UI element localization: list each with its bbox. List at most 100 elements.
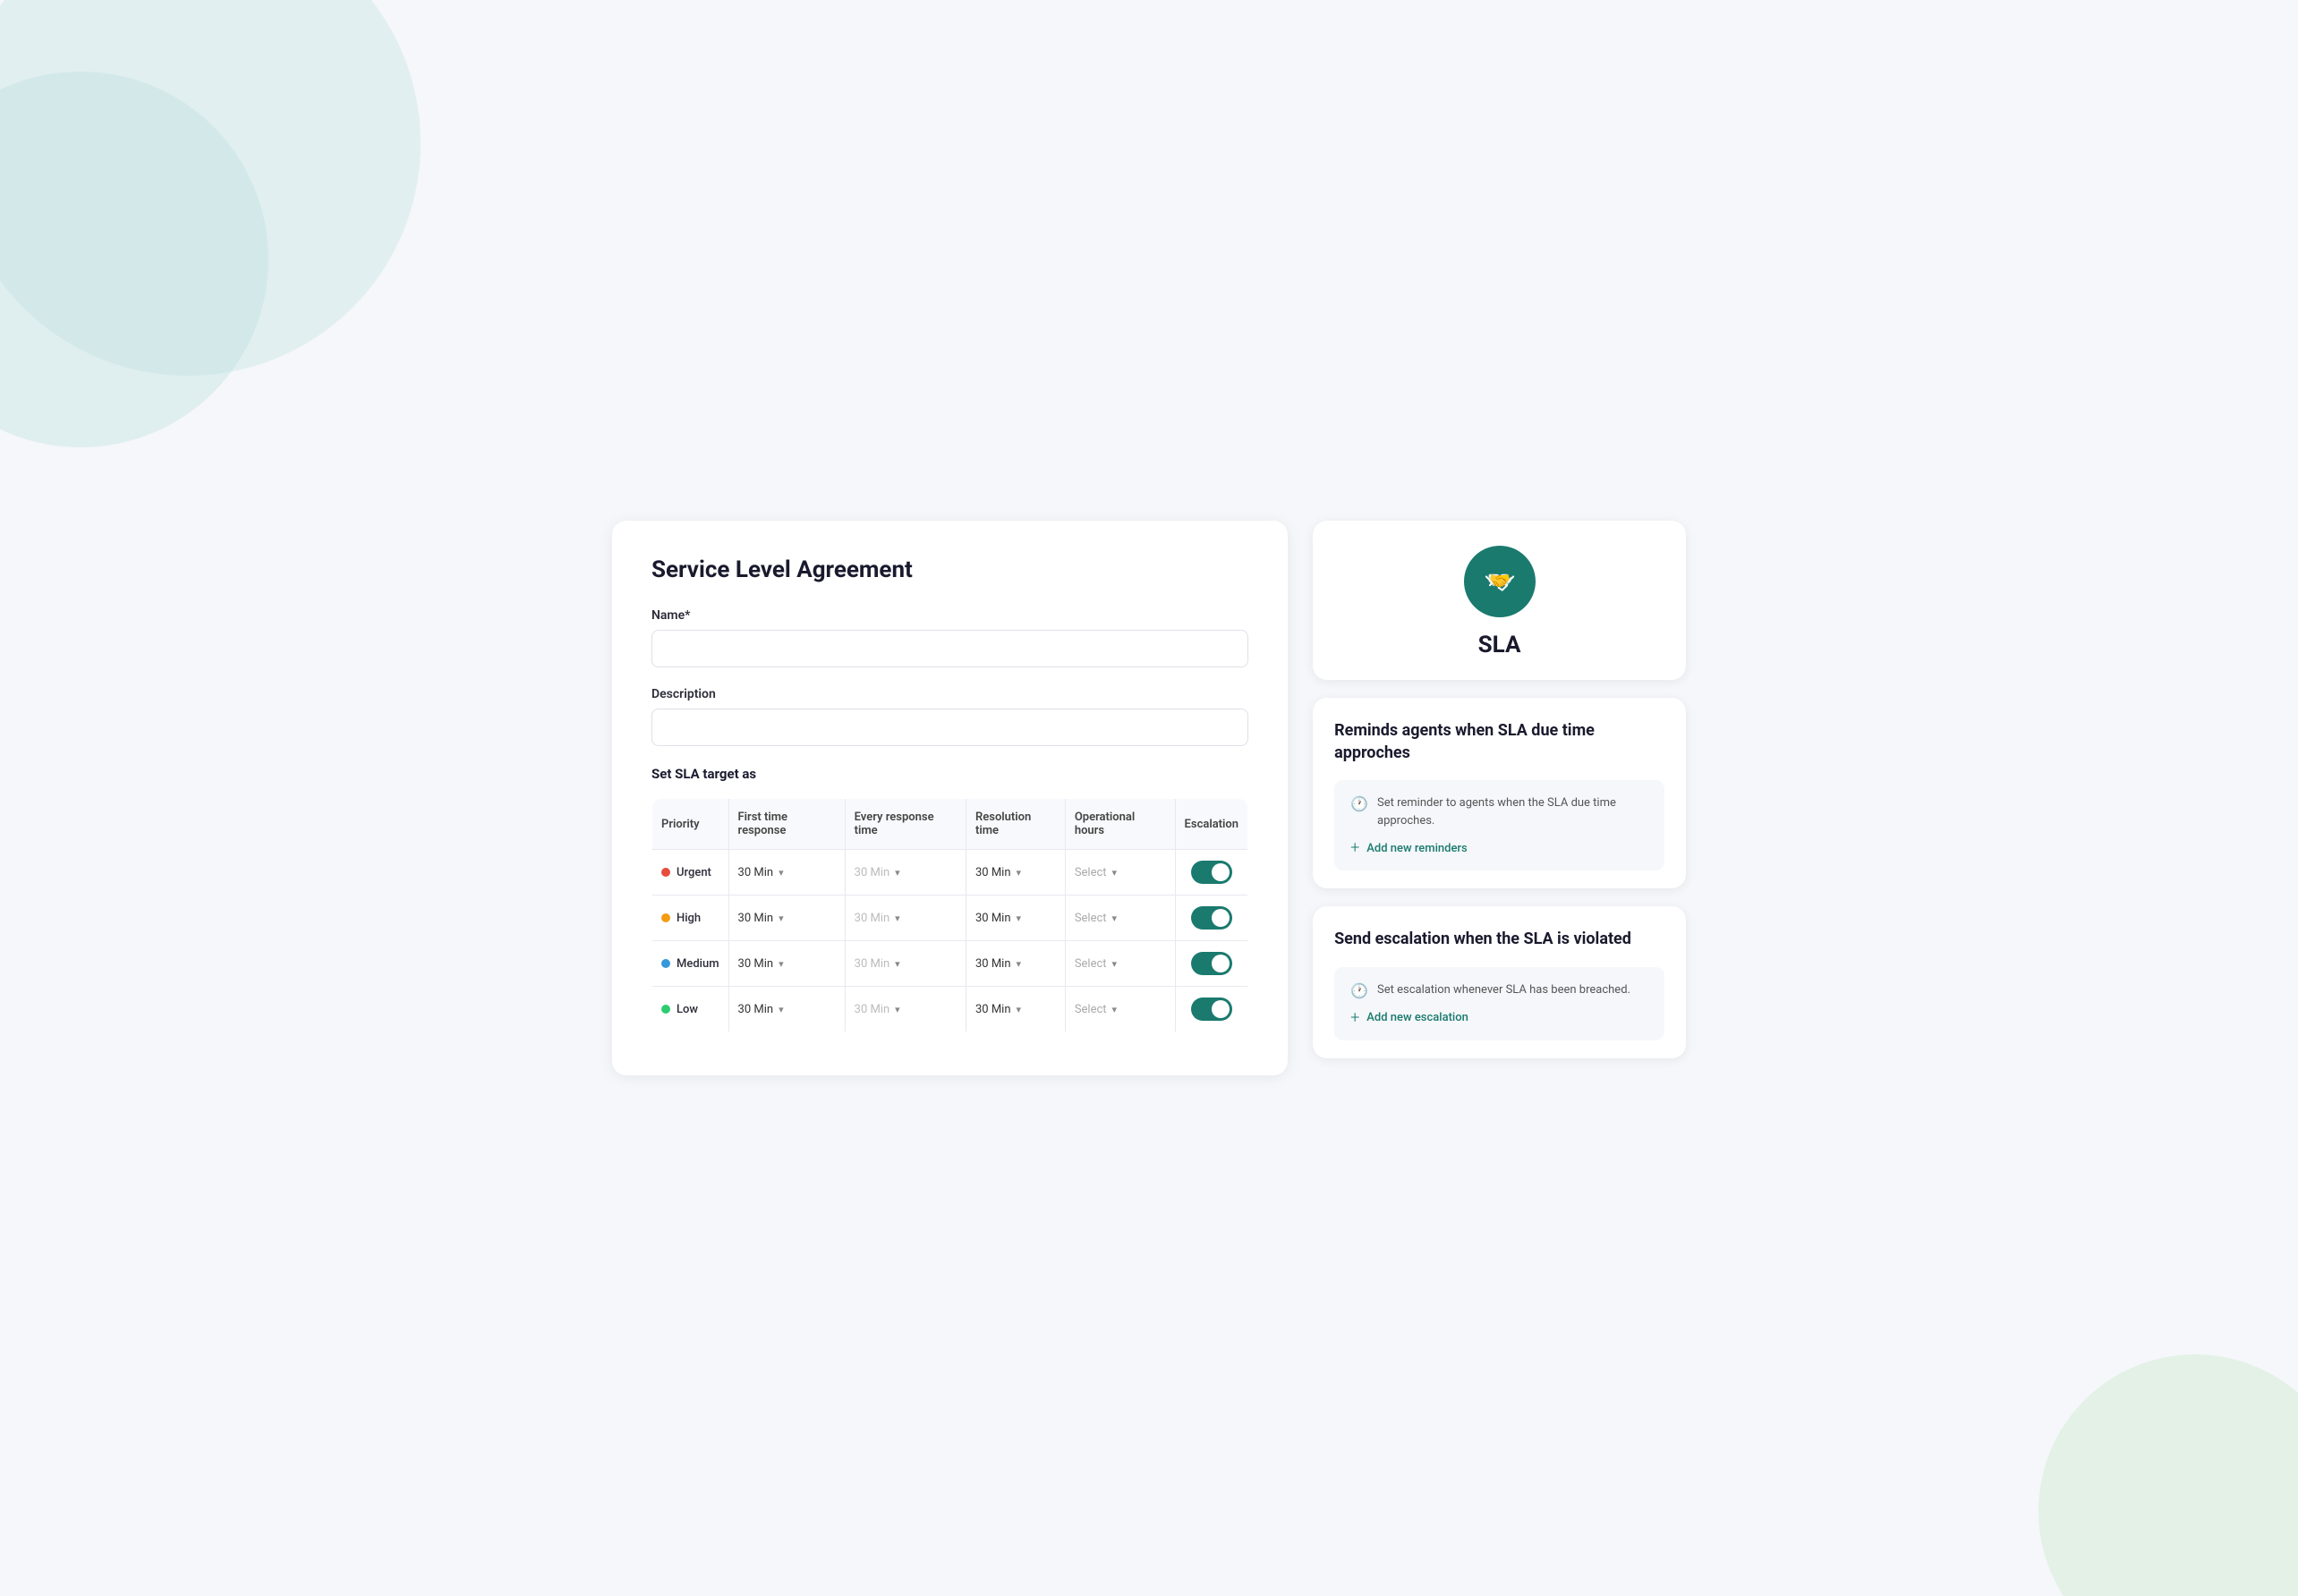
- escalation-cell-3[interactable]: ✓: [1175, 987, 1248, 1032]
- priority-label-1: High: [677, 912, 701, 925]
- col-every-response-time: Every response time: [845, 799, 966, 850]
- reminders-info-row: 🕐 Set reminder to agents when the SLA du…: [1350, 794, 1648, 829]
- priority-label-2: Medium: [677, 957, 719, 971]
- escalation-toggle-1[interactable]: ✓: [1191, 906, 1232, 930]
- table-row: Low 30 Min ▾ 30 Min ▾ 30 Min ▾ Select ▾: [652, 987, 1248, 1032]
- escalation-cell-2[interactable]: ✓: [1175, 941, 1248, 987]
- chevron-icon: ▾: [1017, 958, 1022, 970]
- resolution-time-cell-2[interactable]: 30 Min ▾: [966, 941, 1066, 987]
- reminders-card-title: Reminds agents when SLA due time approch…: [1334, 719, 1664, 764]
- operational-hours-cell-1[interactable]: Select ▾: [1065, 896, 1175, 941]
- escalation-toggle-2[interactable]: ✓: [1191, 952, 1232, 975]
- escalation-toggle-3[interactable]: ✓: [1191, 998, 1232, 1021]
- operational-hours-dropdown-0[interactable]: Select ▾: [1075, 866, 1166, 879]
- table-row: High 30 Min ▾ 30 Min ▾ 30 Min ▾ Select ▾: [652, 896, 1248, 941]
- add-reminders-row[interactable]: + Add new reminders: [1350, 840, 1648, 856]
- priority-dot-0: [661, 868, 670, 877]
- col-priority: Priority: [652, 799, 729, 850]
- escalation-card-title: Send escalation when the SLA is violated: [1334, 928, 1664, 950]
- resolution-time-cell-3[interactable]: 30 Min ▾: [966, 987, 1066, 1032]
- priority-label-3: Low: [677, 1003, 698, 1016]
- first-time-response-dropdown-3[interactable]: 30 Min ▾: [738, 1003, 836, 1016]
- escalation-card: Send escalation when the SLA is violated…: [1313, 906, 1686, 1057]
- chevron-icon: ▾: [1112, 1004, 1118, 1015]
- add-escalation-link[interactable]: Add new escalation: [1366, 1011, 1468, 1024]
- col-operational-hours: Operational hours: [1065, 799, 1175, 850]
- resolution-time-dropdown-3[interactable]: 30 Min ▾: [975, 1003, 1056, 1016]
- reminders-description: Set reminder to agents when the SLA due …: [1377, 794, 1648, 829]
- svg-text:🤝: 🤝: [1489, 571, 1511, 591]
- resolution-time-cell-0[interactable]: 30 Min ▾: [966, 850, 1066, 896]
- first-time-response-cell-0[interactable]: 30 Min ▾: [728, 850, 845, 896]
- chevron-icon: ▾: [1017, 867, 1022, 879]
- col-resolution-time: Resolution time: [966, 799, 1066, 850]
- right-column: 🤝 SLA Reminds agents when SLA due time a…: [1313, 521, 1686, 1058]
- priority-dot-1: [661, 913, 670, 922]
- toggle-check-2: ✓: [1219, 958, 1227, 970]
- description-input[interactable]: [651, 709, 1248, 746]
- operational-hours-dropdown-3[interactable]: Select ▾: [1075, 1003, 1166, 1016]
- first-time-response-cell-2[interactable]: 30 Min ▾: [728, 941, 845, 987]
- resolution-time-cell-1[interactable]: 30 Min ▾: [966, 896, 1066, 941]
- chevron-icon: ▾: [895, 867, 900, 879]
- sla-label: SLA: [1478, 632, 1521, 658]
- table-row: Medium 30 Min ▾ 30 Min ▾ 30 Min ▾ Select: [652, 941, 1248, 987]
- resolution-time-dropdown-2[interactable]: 30 Min ▾: [975, 957, 1056, 971]
- chevron-icon: ▾: [1112, 958, 1118, 970]
- every-response-dropdown-0[interactable]: 30 Min ▾: [855, 866, 957, 879]
- sla-table: Priority First time response Every respo…: [651, 798, 1248, 1032]
- reminders-card-body: 🕐 Set reminder to agents when the SLA du…: [1334, 780, 1664, 870]
- page-title: Service Level Agreement: [651, 556, 1248, 583]
- chevron-icon: ▾: [1112, 913, 1118, 924]
- plus-icon-reminders: +: [1350, 840, 1359, 856]
- operational-hours-dropdown-1[interactable]: Select ▾: [1075, 912, 1166, 925]
- escalation-info-row: 🕐 Set escalation whenever SLA has been b…: [1350, 981, 1648, 999]
- operational-hours-cell-2[interactable]: Select ▾: [1065, 941, 1175, 987]
- escalation-cell-1[interactable]: ✓: [1175, 896, 1248, 941]
- priority-cell-0: Urgent: [652, 850, 729, 896]
- chevron-icon: ▾: [1017, 1004, 1022, 1015]
- chevron-icon: ▾: [779, 1004, 784, 1015]
- priority-cell-3: Low: [652, 987, 729, 1032]
- every-response-dropdown-1[interactable]: 30 Min ▾: [855, 912, 957, 925]
- reminders-card: Reminds agents when SLA due time approch…: [1313, 698, 1686, 888]
- handshake-icon: 🤝: [1480, 562, 1519, 601]
- first-time-response-cell-1[interactable]: 30 Min ▾: [728, 896, 845, 941]
- clock-icon-escalation: 🕐: [1350, 982, 1368, 999]
- every-response-cell-3[interactable]: 30 Min ▾: [845, 987, 966, 1032]
- escalation-toggle-0[interactable]: ✓: [1191, 861, 1232, 884]
- col-escalation: Escalation: [1175, 799, 1248, 850]
- add-escalation-row[interactable]: + Add new escalation: [1350, 1010, 1648, 1026]
- every-response-dropdown-2[interactable]: 30 Min ▾: [855, 957, 957, 971]
- operational-hours-cell-3[interactable]: Select ▾: [1065, 987, 1175, 1032]
- escalation-cell-0[interactable]: ✓: [1175, 850, 1248, 896]
- plus-icon-escalation: +: [1350, 1010, 1359, 1026]
- priority-dot-2: [661, 959, 670, 968]
- resolution-time-dropdown-0[interactable]: 30 Min ▾: [975, 866, 1056, 879]
- escalation-card-body: 🕐 Set escalation whenever SLA has been b…: [1334, 967, 1664, 1040]
- priority-dot-3: [661, 1005, 670, 1014]
- toggle-check-3: ✓: [1219, 1004, 1227, 1015]
- operational-hours-cell-0[interactable]: Select ▾: [1065, 850, 1175, 896]
- first-time-response-dropdown-2[interactable]: 30 Min ▾: [738, 957, 836, 971]
- first-time-response-dropdown-1[interactable]: 30 Min ▾: [738, 912, 836, 925]
- name-input[interactable]: [651, 630, 1248, 667]
- page-wrapper: Service Level Agreement Name* Descriptio…: [612, 521, 1686, 1075]
- every-response-cell-1[interactable]: 30 Min ▾: [845, 896, 966, 941]
- every-response-dropdown-3[interactable]: 30 Min ▾: [855, 1003, 957, 1016]
- bg-circle-bottom: [2038, 1354, 2298, 1596]
- chevron-icon: ▾: [779, 913, 784, 924]
- every-response-cell-0[interactable]: 30 Min ▾: [845, 850, 966, 896]
- add-reminders-link[interactable]: Add new reminders: [1366, 842, 1467, 855]
- toggle-check-1: ✓: [1219, 913, 1227, 924]
- toggle-check-0: ✓: [1219, 867, 1227, 879]
- first-time-response-cell-3[interactable]: 30 Min ▾: [728, 987, 845, 1032]
- first-time-response-dropdown-0[interactable]: 30 Min ▾: [738, 866, 836, 879]
- chevron-icon: ▾: [1112, 867, 1118, 879]
- priority-label-0: Urgent: [677, 866, 711, 879]
- operational-hours-dropdown-2[interactable]: Select ▾: [1075, 957, 1166, 971]
- chevron-icon: ▾: [1017, 913, 1022, 924]
- priority-cell-1: High: [652, 896, 729, 941]
- resolution-time-dropdown-1[interactable]: 30 Min ▾: [975, 912, 1056, 925]
- every-response-cell-2[interactable]: 30 Min ▾: [845, 941, 966, 987]
